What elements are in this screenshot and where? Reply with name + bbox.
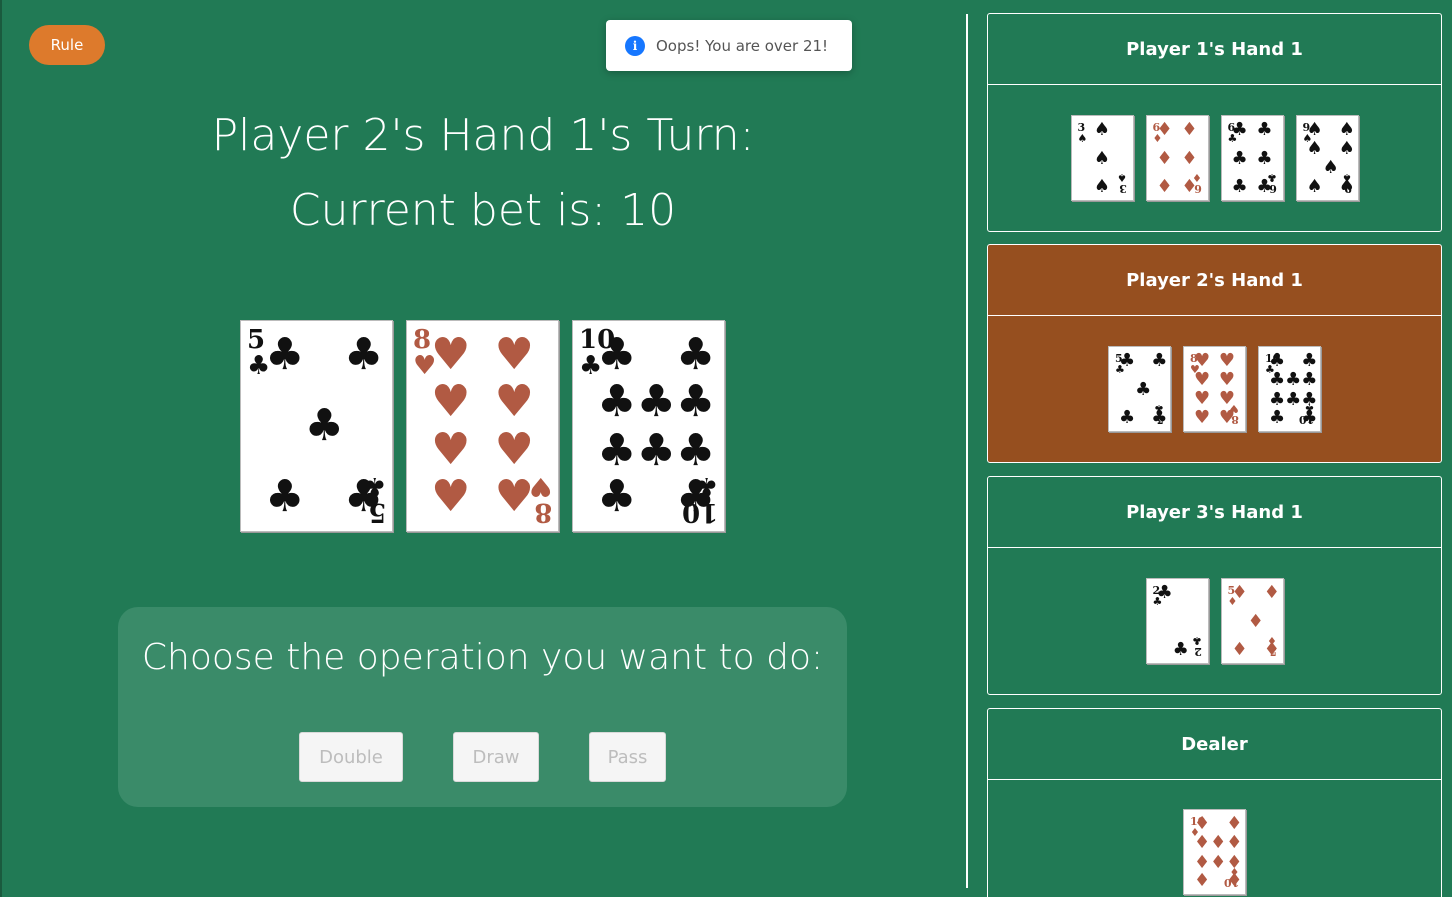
current-hand-cards: 5 ♣ 5 ♣ ♣ ♣ ♣ ♣ ♣ 8 ♥ 8 ♥ ♥ ♥ ♥ ♥ ♥ ♥ ♥ ♥ 10 ♣ 10 ♣ ♣ ♣ ♣ ♣ ♣ ♣ ♣ ♣ ♣ ♣ bbox=[240, 320, 725, 532]
hand-title: Player 2's Hand 1 bbox=[988, 245, 1441, 316]
card-pips: ♠ ♠ ♠ ♠ ♠ ♠ ♠ bbox=[1306, 119, 1355, 197]
current-bet: Current bet is: 10 bbox=[289, 185, 677, 236]
draw-button[interactable]: Draw bbox=[453, 732, 539, 782]
hand-cards: 2 ♣ 2 ♣ ♣ ♣ 5 ♦ 5 ♦ ♦ ♦ ♦ ♦ ♦ bbox=[988, 548, 1441, 694]
hand-cards: 3 ♠ 3 ♠ ♠ ♠ ♠ 6 ♦ 6 ♦ ♦ ♦ ♦ ♦ ♦ ♦ 6 ♣ 6 ♣ ♣ ♣ ♣ ♣ ♣ ♣ 9 ♠ 9 ♠ ♠ ♠ ♠ ♠ ♠ ♠ ♠ bbox=[988, 85, 1441, 231]
card-pips: ♣ ♣ ♣ ♣ ♣ ♣ bbox=[1231, 119, 1273, 197]
card-pips: ♣ ♣ ♣ ♣ ♣ ♣ ♣ ♣ ♣ ♣ bbox=[597, 329, 716, 522]
card-pips: ♣ ♣ ♣ ♣ ♣ bbox=[1119, 350, 1168, 428]
playing-card: 9 ♠ 9 ♠ ♠ ♠ ♠ ♠ ♠ ♠ ♠ bbox=[1295, 115, 1359, 201]
playing-card: 2 ♣ 2 ♣ ♣ ♣ bbox=[1145, 578, 1209, 664]
card-pips: ♦ ♦ ♦ ♦ ♦ bbox=[1231, 582, 1280, 660]
double-button[interactable]: Double bbox=[299, 732, 403, 782]
hand-panel-player-2: Player 2's Hand 1 5 ♣ 5 ♣ ♣ ♣ ♣ ♣ ♣ 8 ♥ 8 ♥ ♥ ♥ ♥ ♥ ♥ ♥ ♥ ♥ 1… bbox=[987, 244, 1442, 463]
playing-card: 6 ♦ 6 ♦ ♦ ♦ ♦ ♦ ♦ ♦ bbox=[1145, 115, 1209, 201]
playing-card: 8 ♥ 8 ♥ ♥ ♥ ♥ ♥ ♥ ♥ ♥ ♥ bbox=[406, 320, 559, 532]
playing-card: 10 ♣ 10 ♣ ♣ ♣ ♣ ♣ ♣ ♣ ♣ ♣ ♣ ♣ bbox=[572, 320, 725, 532]
rule-button[interactable]: Rule bbox=[29, 25, 105, 65]
card-pips: ♥ ♥ ♥ ♥ ♥ ♥ ♥ ♥ bbox=[1194, 350, 1235, 428]
hand-panel-dealer: Dealer 10 ♦ 10 ♦ ♦ ♦ ♦ ♦ ♦ ♦ ♦ ♦ ♦ ♦ bbox=[987, 708, 1442, 897]
toast-notification: i Oops! You are over 21! bbox=[606, 20, 852, 71]
card-pips: ♦ ♦ ♦ ♦ ♦ ♦ ♦ ♦ ♦ ♦ bbox=[1194, 813, 1243, 891]
card-pips: ♣ ♣ ♣ ♣ ♣ ♣ ♣ ♣ ♣ ♣ bbox=[1269, 350, 1318, 428]
operation-title: Choose the operation you want to do: bbox=[141, 637, 824, 678]
card-pips: ♦ ♦ ♦ ♦ ♦ ♦ bbox=[1156, 119, 1198, 197]
playing-card: 6 ♣ 6 ♣ ♣ ♣ ♣ ♣ ♣ ♣ bbox=[1220, 115, 1284, 201]
playing-card: 10 ♣ 10 ♣ ♣ ♣ ♣ ♣ ♣ ♣ ♣ ♣ ♣ ♣ bbox=[1258, 346, 1321, 432]
playing-card: 5 ♣ 5 ♣ ♣ ♣ ♣ ♣ ♣ bbox=[1108, 346, 1171, 432]
playing-card: 8 ♥ 8 ♥ ♥ ♥ ♥ ♥ ♥ ♥ ♥ ♥ bbox=[1183, 346, 1246, 432]
hand-title: Dealer bbox=[988, 709, 1441, 780]
playing-card: 5 ♦ 5 ♦ ♦ ♦ ♦ ♦ ♦ bbox=[1220, 578, 1284, 664]
hand-panel-player-3: Player 3's Hand 1 2 ♣ 2 ♣ ♣ ♣ 5 ♦ 5 ♦ ♦ ♦ ♦ ♦ ♦ bbox=[987, 476, 1442, 695]
card-pips: ♣ ♣ bbox=[1156, 582, 1189, 660]
info-icon: i bbox=[625, 35, 645, 56]
hand-title: Player 1's Hand 1 bbox=[988, 14, 1441, 85]
playing-card: 3 ♠ 3 ♠ ♠ ♠ ♠ bbox=[1070, 115, 1134, 201]
hand-cards: 5 ♣ 5 ♣ ♣ ♣ ♣ ♣ ♣ 8 ♥ 8 ♥ ♥ ♥ ♥ ♥ ♥ ♥ ♥ ♥ 10 ♣ 10 ♣ ♣ ♣ ♣ ♣ ♣ ♣ ♣ ♣ ♣ ♣ bbox=[988, 316, 1441, 462]
hand-title: Player 3's Hand 1 bbox=[988, 477, 1441, 548]
card-pips: ♥ ♥ ♥ ♥ ♥ ♥ ♥ ♥ bbox=[431, 329, 534, 522]
card-pips: ♠ ♠ ♠ bbox=[1093, 119, 1111, 197]
playing-card: 10 ♦ 10 ♦ ♦ ♦ ♦ ♦ ♦ ♦ ♦ ♦ ♦ ♦ bbox=[1183, 809, 1246, 895]
card-pips: ♣ ♣ ♣ ♣ ♣ bbox=[265, 329, 384, 522]
playing-card: 5 ♣ 5 ♣ ♣ ♣ ♣ ♣ ♣ bbox=[240, 320, 393, 532]
operation-panel: Choose the operation you want to do: Dou… bbox=[118, 607, 847, 807]
toast-message: Oops! You are over 21! bbox=[656, 36, 829, 55]
hand-cards: 10 ♦ 10 ♦ ♦ ♦ ♦ ♦ ♦ ♦ ♦ ♦ ♦ ♦ bbox=[988, 780, 1441, 897]
turn-title: Player 2's Hand 1's Turn: bbox=[211, 110, 755, 161]
hand-panel-player-1: Player 1's Hand 1 3 ♠ 3 ♠ ♠ ♠ ♠ 6 ♦ 6 ♦ ♦ ♦ ♦ ♦ ♦ ♦ 6 ♣ 6 ♣ ♣… bbox=[987, 13, 1442, 232]
pass-button[interactable]: Pass bbox=[589, 732, 666, 782]
divider bbox=[966, 14, 968, 888]
